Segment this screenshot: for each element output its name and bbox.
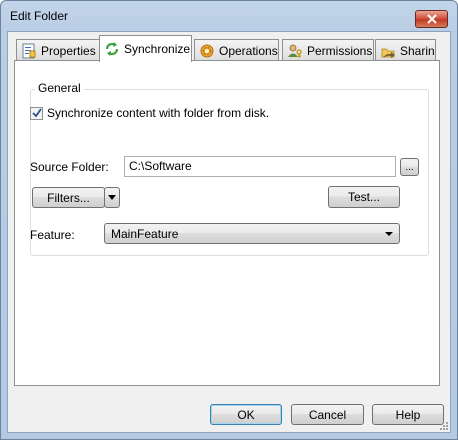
tab-label: Properties: [41, 43, 96, 58]
tab-sharing[interactable]: Sharing: [375, 39, 436, 61]
tab-label: Sharing: [400, 43, 435, 58]
checkmark-icon: [31, 108, 42, 118]
close-icon: [426, 14, 437, 24]
feature-label: Feature:: [30, 228, 75, 242]
edit-folder-window: Edit Folder Properties Synchronize Opera…: [0, 0, 458, 440]
sharing-icon: [381, 48, 395, 58]
title-bar[interactable]: Edit Folder: [1, 1, 457, 31]
feature-select[interactable]: MainFeature: [104, 223, 400, 244]
tab-synchronize[interactable]: Synchronize: [99, 35, 192, 62]
sync-checkbox-label: Synchronize content with folder from dis…: [47, 106, 270, 120]
source-folder-label: Source Folder:: [30, 160, 109, 174]
close-button[interactable]: [415, 10, 448, 28]
tab-label: Operations: [219, 43, 278, 58]
tab-operations[interactable]: Operations: [194, 39, 279, 61]
gear-icon: [200, 44, 214, 57]
tab-permissions[interactable]: Permissions: [282, 39, 374, 61]
source-folder-input[interactable]: C:\Software: [124, 156, 396, 177]
sync-checkbox[interactable]: [30, 106, 43, 120]
dialog-client-area: Properties Synchronize Operations Permis…: [7, 31, 451, 433]
help-button[interactable]: Help: [372, 404, 444, 425]
test-button[interactable]: Test...: [328, 186, 400, 208]
cancel-button[interactable]: Cancel: [291, 404, 364, 425]
users-key-icon: [288, 44, 302, 58]
ok-button[interactable]: OK: [210, 404, 282, 425]
general-group-label: General: [35, 81, 84, 95]
synchronize-panel: General Synchronize content with folder …: [14, 60, 440, 386]
filters-dropdown-button[interactable]: [104, 187, 120, 208]
feature-select-value: MainFeature: [111, 227, 179, 241]
chevron-down-icon: [108, 194, 116, 200]
tab-properties[interactable]: Properties: [16, 39, 100, 61]
window-title: Edit Folder: [10, 9, 69, 23]
tab-label: Permissions: [307, 43, 373, 58]
chevron-down-icon: [385, 232, 393, 236]
sync-checkbox-row[interactable]: Synchronize content with folder from dis…: [30, 106, 269, 120]
sync-icon: [105, 42, 119, 56]
filters-button[interactable]: Filters...: [32, 187, 105, 208]
tab-label: Synchronize: [124, 42, 191, 56]
properties-icon: [22, 43, 36, 58]
resize-grip-icon[interactable]: [439, 421, 449, 431]
browse-button[interactable]: ...: [400, 158, 419, 176]
